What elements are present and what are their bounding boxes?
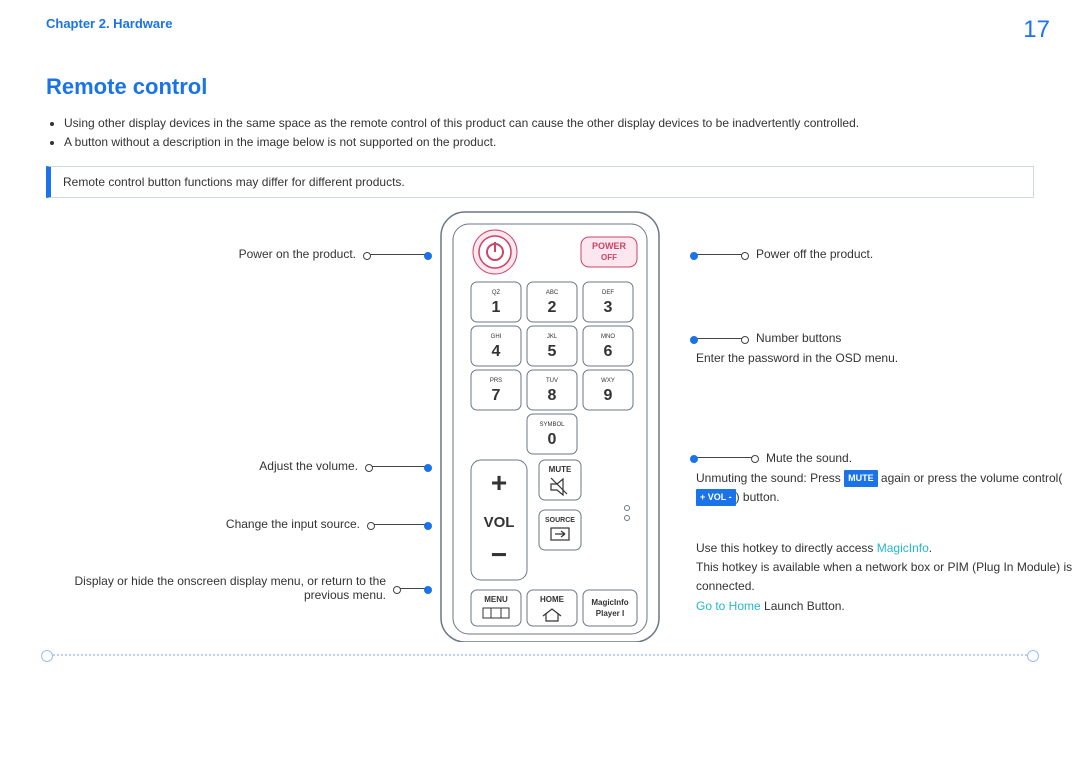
label-magicinfo-desc: This hotkey is available when a network …	[696, 558, 1080, 596]
chapter-label: Chapter 2. Hardware	[46, 16, 172, 44]
svg-text:+: +	[491, 467, 507, 498]
svg-text:SOURCE: SOURCE	[545, 517, 575, 524]
svg-text:WXY: WXY	[601, 378, 615, 384]
svg-text:1: 1	[492, 299, 501, 316]
header-bar: Chapter 2. Hardware 17	[0, 0, 1080, 54]
svg-text:5: 5	[548, 343, 557, 360]
svg-text:−: −	[491, 539, 507, 570]
label-home: Go to Home Launch Button.	[696, 597, 1080, 616]
svg-text:2: 2	[548, 299, 557, 316]
svg-text:ABC: ABC	[546, 290, 559, 296]
page-title: Remote control	[46, 74, 1034, 100]
svg-text:GHI: GHI	[491, 334, 502, 340]
label-number-buttons: Number buttons	[756, 331, 841, 345]
bullet-item: Using other display devices in the same …	[64, 114, 1034, 133]
svg-text:OFF: OFF	[601, 253, 617, 262]
svg-text:8: 8	[548, 387, 557, 404]
bullet-list: Using other display devices in the same …	[64, 114, 1034, 152]
svg-text:MENU: MENU	[484, 595, 508, 604]
label-volume: Adjust the volume.	[259, 459, 358, 473]
svg-text:MNO: MNO	[601, 334, 615, 340]
svg-text:TUV: TUV	[546, 378, 558, 384]
remote-diagram: Power on the product. Adjust the volume.…	[46, 208, 1034, 668]
svg-text:MUTE: MUTE	[549, 465, 572, 474]
svg-text:QZ: QZ	[492, 290, 501, 296]
svg-text:7: 7	[492, 387, 501, 404]
svg-text:Player I: Player I	[596, 609, 624, 618]
svg-text:4: 4	[492, 343, 501, 360]
label-power-off: Power off the product.	[756, 247, 873, 261]
label-number-desc: Enter the password in the OSD menu.	[696, 349, 1080, 368]
svg-text:SYMBOL: SYMBOL	[539, 422, 565, 428]
page-number: 17	[1023, 16, 1050, 44]
page-divider	[46, 654, 1034, 656]
label-mute-desc: Unmuting the sound: Press MUTE again or …	[696, 469, 1080, 507]
mute-tag-icon: MUTE	[844, 470, 878, 486]
label-menu: Display or hide the onscreen display men…	[66, 574, 386, 602]
svg-text:DEF: DEF	[602, 290, 614, 296]
svg-text:POWER: POWER	[592, 241, 627, 251]
label-source: Change the input source.	[226, 517, 360, 531]
svg-text:MagicInfo: MagicInfo	[591, 598, 628, 607]
label-mute: Mute the sound.	[766, 451, 852, 465]
label-magicinfo: Use this hotkey to directly access Magic…	[696, 539, 1080, 558]
svg-text:0: 0	[548, 431, 557, 448]
svg-text:3: 3	[604, 299, 613, 316]
svg-text:JKL: JKL	[547, 334, 558, 340]
svg-text:9: 9	[604, 387, 613, 404]
label-power-on: Power on the product.	[239, 247, 356, 261]
bullet-item: A button without a description in the im…	[64, 133, 1034, 152]
svg-text:VOL: VOL	[484, 514, 515, 531]
svg-text:6: 6	[604, 343, 613, 360]
vol-tag-icon: + VOL -	[696, 489, 736, 505]
svg-text:HOME: HOME	[540, 595, 565, 604]
note-box: Remote control button functions may diff…	[46, 166, 1034, 198]
remote-illustration: POWER OFF QZ 1 ABC 2 DEF 3 GHI 4 JKL 5 MNO 6 PRS 7 TUV…	[431, 202, 691, 645]
svg-text:PRS: PRS	[490, 378, 502, 384]
